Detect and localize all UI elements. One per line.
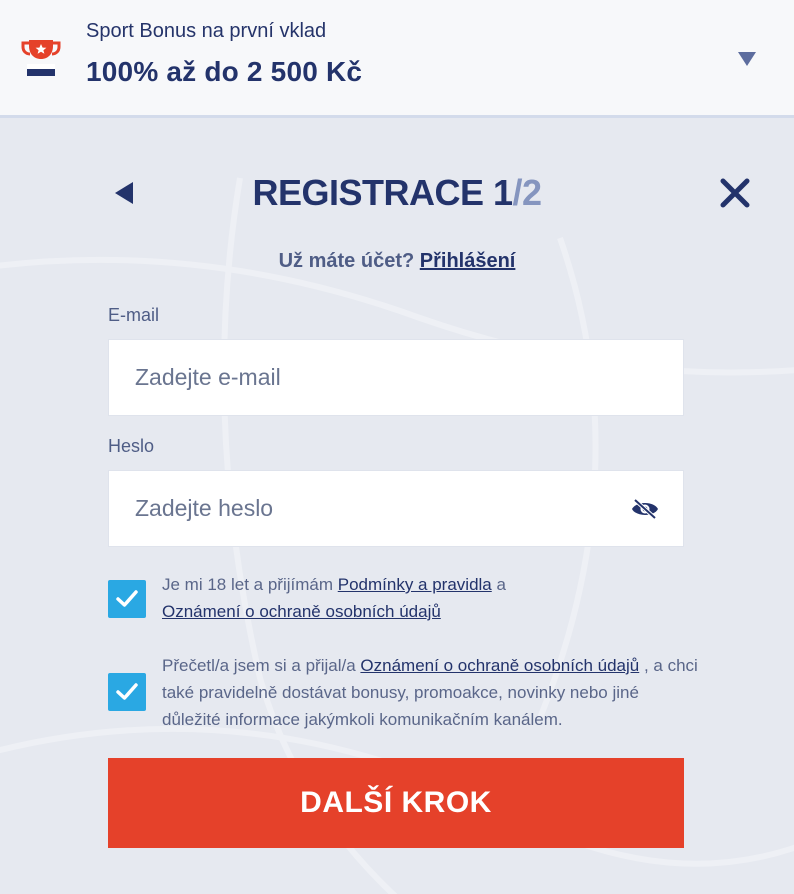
bonus-amount: 100% až do 2 500 Kč bbox=[86, 56, 363, 87]
email-label: E-mail bbox=[108, 305, 160, 325]
chevron-down-icon[interactable] bbox=[736, 50, 758, 68]
consent-marketing-before: Přečetl/a jsem si a přijal/a bbox=[162, 656, 356, 675]
next-step-button[interactable]: DALŠÍ KROK bbox=[108, 758, 684, 848]
consent-terms-text: Je mi 18 let a přijímám Podmínky a pravi… bbox=[162, 571, 702, 625]
password-field-container bbox=[108, 470, 684, 547]
email-field-container bbox=[108, 339, 684, 416]
page-title: REGISTRACE 1/2 bbox=[0, 172, 794, 214]
eye-off-icon[interactable] bbox=[631, 497, 659, 521]
password-input[interactable] bbox=[109, 471, 683, 546]
consent-terms-checkbox[interactable] bbox=[108, 580, 146, 618]
trophy-icon bbox=[21, 40, 61, 76]
checkmark-icon bbox=[116, 683, 138, 700]
bonus-banner[interactable]: Sport Bonus na první vklad 100% až do 2 … bbox=[0, 0, 794, 118]
title-step-total: /2 bbox=[512, 172, 543, 213]
close-icon[interactable] bbox=[718, 176, 752, 210]
login-prompt: Už máte účet? Přihlášení bbox=[0, 250, 794, 273]
bonus-subtitle: Sport Bonus na první vklad bbox=[86, 20, 327, 42]
privacy-link-2[interactable]: Oznámení o ochraně osobních údajů bbox=[360, 656, 639, 675]
consent-marketing-checkbox[interactable] bbox=[108, 673, 146, 711]
login-link[interactable]: Přihlášení bbox=[420, 250, 516, 272]
consent-terms-before: Je mi 18 let a přijímám bbox=[162, 575, 333, 594]
consent-terms-middle: a bbox=[496, 575, 506, 594]
title-main: REGISTRACE 1 bbox=[252, 172, 513, 213]
consent-marketing-text: Přečetl/a jsem si a přijal/a Oznámení o … bbox=[162, 652, 702, 733]
terms-link[interactable]: Podmínky a pravidla bbox=[338, 575, 492, 594]
checkmark-icon bbox=[116, 590, 138, 607]
login-prompt-text: Už máte účet? bbox=[278, 250, 415, 272]
privacy-link[interactable]: Oznámení o ochraně osobních údajů bbox=[162, 602, 441, 621]
email-input[interactable] bbox=[109, 340, 683, 415]
password-label: Heslo bbox=[108, 436, 155, 456]
